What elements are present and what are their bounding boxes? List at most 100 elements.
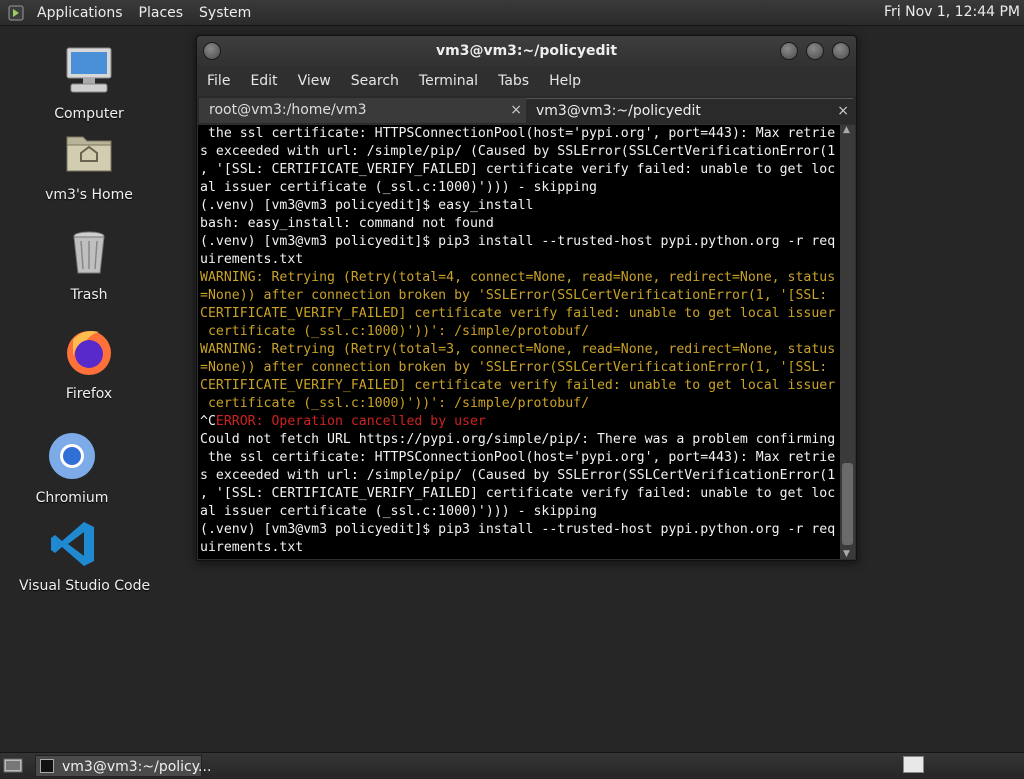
menu-applications[interactable]: Applications [29,5,131,21]
terminal-line-text: , '[SSL: CERTIFICATE_VERIFY_FAILED] cert… [200,162,836,177]
terminal-line-text: WARNING: Retrying (Retry(total=4, connec… [200,270,836,285]
terminal-icon [40,759,54,773]
menu-file[interactable]: File [197,73,240,89]
desktop-icon-home[interactable]: vm3's Home [34,127,144,203]
desktop-icon-label: Computer [54,106,124,122]
window-title: vm3@vm3:~/policyedit [435,43,618,59]
bottom-panel: vm3@vm3:~/policy... [0,752,1024,779]
terminal-line-text: CERTIFICATE_VERIFY_FAILED] certificate v… [200,306,836,321]
close-button[interactable] [832,42,850,60]
terminal-line: , '[SSL: CERTIFICATE_VERIFY_FAILED] cert… [198,161,840,179]
terminal-line: =None)) after connection broken by 'SSLE… [198,359,840,377]
terminal-line: Could not fetch URL https://pypi.org/sim… [198,431,840,449]
menu-search[interactable]: Search [341,73,409,89]
terminal-line: certificate (_ssl.c:1000)'))': /simple/p… [198,323,840,341]
terminal-line-text: , '[SSL: CERTIFICATE_VERIFY_FAILED] cert… [200,486,836,501]
terminal-scrollbar[interactable]: ▲ ▼ [840,125,855,559]
terminal-line: uirements.txt [198,251,840,269]
window-titlebar[interactable]: vm3@vm3:~/policyedit [197,36,856,66]
menu-view[interactable]: View [288,73,341,89]
terminal-line: =None)) after connection broken by 'SSLE… [198,287,840,305]
taskbar-button-terminal[interactable]: vm3@vm3:~/policy... [35,755,211,777]
tab-label: vm3@vm3:~/policyedit [536,103,701,119]
terminal-line: the ssl certificate: HTTPSConnectionPool… [198,449,840,467]
tab-label: root@vm3:/home/vm3 [209,102,367,118]
terminal-line: bash: easy_install: command not found [198,215,840,233]
desktop-icon-label: vm3's Home [45,187,133,203]
desktop-icon-label: Chromium [35,490,109,506]
menu-terminal[interactable]: Terminal [409,73,488,89]
terminal-line: ^CERROR: Operation cancelled by user [198,413,840,431]
terminal-line-text: uirements.txt [200,252,304,267]
terminal-output[interactable]: the ssl certificate: HTTPSConnectionPool… [198,125,840,559]
show-desktop-icon[interactable] [3,757,23,775]
terminal-line: s exceeded with url: /simple/pip/ (Cause… [198,467,840,485]
clock[interactable]: Fri Nov 1, 12:44 PM [884,4,1020,20]
desktop-icon-firefox[interactable]: Firefox [34,326,144,402]
terminal-window[interactable]: vm3@vm3:~/policyedit File Edit View Sear… [196,35,857,561]
menu-help[interactable]: Help [539,73,591,89]
maximize-button[interactable] [806,42,824,60]
desktop-icon-trash[interactable]: Trash [34,227,144,303]
menu-places[interactable]: Places [131,5,192,21]
window-menubar: File Edit View Search Terminal Tabs Help [197,67,856,95]
terminal-line: (.venv) [vm3@vm3 policyedit]$ pip3 insta… [198,521,840,539]
terminal-line-text: al issuer certificate (_ssl.c:1000)'))) … [200,504,597,519]
trash-icon [73,231,105,274]
terminal-line-text: al issuer certificate (_ssl.c:1000)'))) … [200,180,597,195]
terminal-line: the ssl certificate: HTTPSConnectionPool… [198,125,840,143]
workspace-switcher[interactable] [903,756,924,773]
scroll-down-icon[interactable]: ▼ [843,549,850,559]
terminal-line-text: CERTIFICATE_VERIFY_FAILED] certificate v… [200,378,836,393]
applications-icon[interactable] [8,5,24,21]
tab-bar: root@vm3:/home/vm3 × vm3@vm3:~/policyedi… [197,96,856,124]
terminal-line-text: (.venv) [vm3@vm3 policyedit]$ pip3 insta… [200,522,836,537]
minimize-button[interactable] [780,42,798,60]
terminal-line: WARNING: Retrying (Retry(total=3, connec… [198,341,840,359]
desktop-icon-label: Trash [70,287,108,303]
terminal-line-text: =None)) after connection broken by 'SSLE… [200,288,828,303]
terminal-line-text: s exceeded with url: /simple/pip/ (Cause… [200,468,836,483]
desktop-icon-vscode[interactable]: Visual Studio Code [19,518,151,594]
terminal-line-text: (.venv) [vm3@vm3 policyedit]$ pip3 insta… [200,234,836,249]
computer-icon [66,47,112,93]
scroll-up-icon[interactable]: ▲ [843,125,850,135]
terminal-line-text: (.venv) [vm3@vm3 policyedit]$ easy_insta… [200,198,534,213]
terminal-line-text: the ssl certificate: HTTPSConnectionPool… [200,126,836,141]
menu-edit[interactable]: Edit [240,73,287,89]
terminal-line-text: Could not fetch URL https://pypi.org/sim… [200,432,836,447]
menu-tabs[interactable]: Tabs [488,73,539,89]
terminal-line-text: certificate (_ssl.c:1000)'))': /simple/p… [200,324,590,339]
desktop-icon-label: Visual Studio Code [19,578,151,594]
terminal-line: certificate (_ssl.c:1000)'))': /simple/p… [198,395,840,413]
terminal-line: (.venv) [vm3@vm3 policyedit]$ pip3 insta… [198,233,840,251]
terminal-line-text: WARNING: Retrying (Retry(total=3, connec… [200,342,836,357]
terminal-line-text: ERROR: Operation cancelled by user [215,414,486,429]
scrollbar-thumb[interactable] [842,463,853,545]
home-folder-icon [66,136,112,172]
top-panel: Applications Places System Fri Nov 1, 12… [0,0,1024,26]
firefox-icon [67,331,111,375]
menu-system[interactable]: System [191,5,259,21]
terminal-line-text: the ssl certificate: HTTPSConnectionPool… [200,450,836,465]
desktop-icon-computer[interactable]: Computer [34,46,144,122]
terminal-line-text: =None)) after connection broken by 'SSLE… [200,360,828,375]
chromium-icon [49,433,95,479]
desktop-icon-chromium[interactable]: Chromium [17,430,127,506]
close-tab-icon[interactable]: × [837,99,849,124]
terminal-line-text: bash: easy_install: command not found [200,216,494,231]
terminal-line: al issuer certificate (_ssl.c:1000)'))) … [198,179,840,197]
terminal-line-prefix: ^C [200,414,216,429]
terminal-line: CERTIFICATE_VERIFY_FAILED] certificate v… [198,377,840,395]
desktop-icon-label: Firefox [65,386,113,402]
terminal-line-text: certificate (_ssl.c:1000)'))': /simple/p… [200,396,590,411]
terminal-line: WARNING: Retrying (Retry(total=4, connec… [198,269,840,287]
terminal-line: s exceeded with url: /simple/pip/ (Cause… [198,143,840,161]
tab-policyedit[interactable]: vm3@vm3:~/policyedit × [526,98,853,123]
terminal-line: uirements.txt [198,539,840,557]
terminal-line: , '[SSL: CERTIFICATE_VERIFY_FAILED] cert… [198,485,840,503]
terminal-line: CERTIFICATE_VERIFY_FAILED] certificate v… [198,305,840,323]
close-tab-icon[interactable]: × [510,98,522,123]
terminal-line: al issuer certificate (_ssl.c:1000)'))) … [198,503,840,521]
tab-root[interactable]: root@vm3:/home/vm3 × [199,98,526,123]
